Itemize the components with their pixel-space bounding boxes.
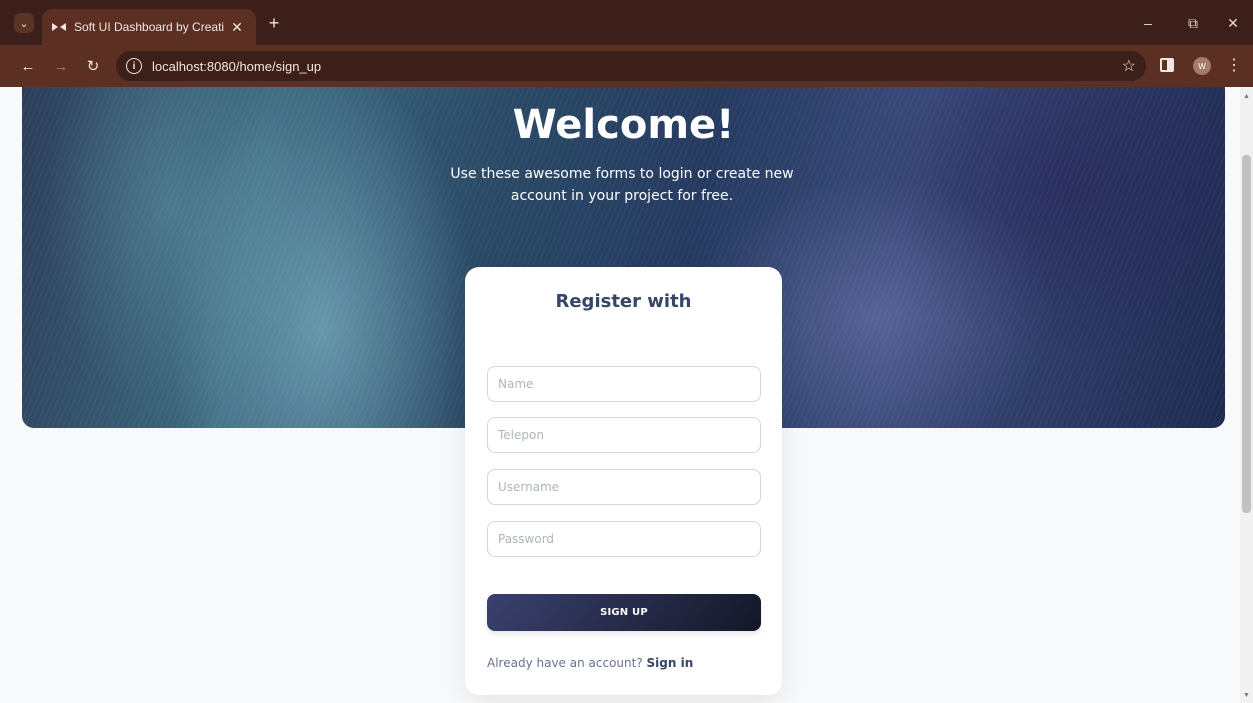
register-card-title: Register with <box>555 291 692 312</box>
browser-tab[interactable]: Soft UI Dashboard by Creative ✕ <box>42 9 256 45</box>
minimize-icon[interactable]: – <box>1137 12 1159 34</box>
signin-prompt-text: Already have an account? <box>487 656 643 670</box>
scroll-down-arrow-icon[interactable]: ▼ <box>1243 692 1250 699</box>
password-input[interactable] <box>487 521 761 557</box>
sign-in-link[interactable]: Sign in <box>647 656 694 670</box>
profile-avatar[interactable]: W <box>1193 57 1211 75</box>
kebab-menu-icon[interactable]: ⋮ <box>1226 55 1242 75</box>
side-panel-icon[interactable] <box>1160 58 1174 72</box>
hero-subtitle: Use these awesome forms to login or crea… <box>450 166 794 204</box>
page-scrollbar[interactable]: ▲ ▼ <box>1240 87 1253 703</box>
scroll-up-arrow-icon[interactable]: ▲ <box>1243 93 1250 100</box>
register-card: Register with SIGN UP Already have an ac… <box>465 267 782 695</box>
tab-title: Soft UI Dashboard by Creative <box>74 20 224 34</box>
scrollbar-thumb[interactable] <box>1242 155 1251 513</box>
window-close-icon[interactable]: ✕ <box>1222 12 1244 34</box>
page-viewport: Welcome! Use these awesome forms to logi… <box>0 87 1240 703</box>
name-input[interactable] <box>487 366 761 402</box>
username-input[interactable] <box>487 469 761 505</box>
telepon-input[interactable] <box>487 417 761 453</box>
page-title: Welcome! <box>512 102 735 148</box>
browser-toolbar: ← → ↻ i localhost:8080/home/sign_up ☆ W … <box>0 45 1253 87</box>
tab-close-icon[interactable]: ✕ <box>228 18 246 36</box>
browser-tab-bar: ⌄ Soft UI Dashboard by Creative ✕ + – ⧉ … <box>0 0 1253 45</box>
forward-arrow-right-icon[interactable]: → <box>50 55 72 77</box>
signin-prompt-line: Already have an account? Sign in <box>487 656 693 670</box>
bookmark-star-icon[interactable]: ☆ <box>1122 56 1136 76</box>
site-info-icon[interactable]: i <box>126 58 142 74</box>
sign-up-button[interactable]: SIGN UP <box>487 594 761 631</box>
restore-icon[interactable]: ⧉ <box>1182 12 1204 34</box>
soft-ui-logo-icon <box>52 22 66 32</box>
new-tab-plus-icon[interactable]: + <box>264 13 284 33</box>
back-arrow-left-icon[interactable]: ← <box>17 55 39 77</box>
reload-icon[interactable]: ↻ <box>82 55 104 77</box>
tab-search-chevron-down-icon[interactable]: ⌄ <box>14 13 34 33</box>
address-bar[interactable]: i localhost:8080/home/sign_up ☆ <box>116 51 1146 81</box>
url-text: localhost:8080/home/sign_up <box>152 58 322 74</box>
